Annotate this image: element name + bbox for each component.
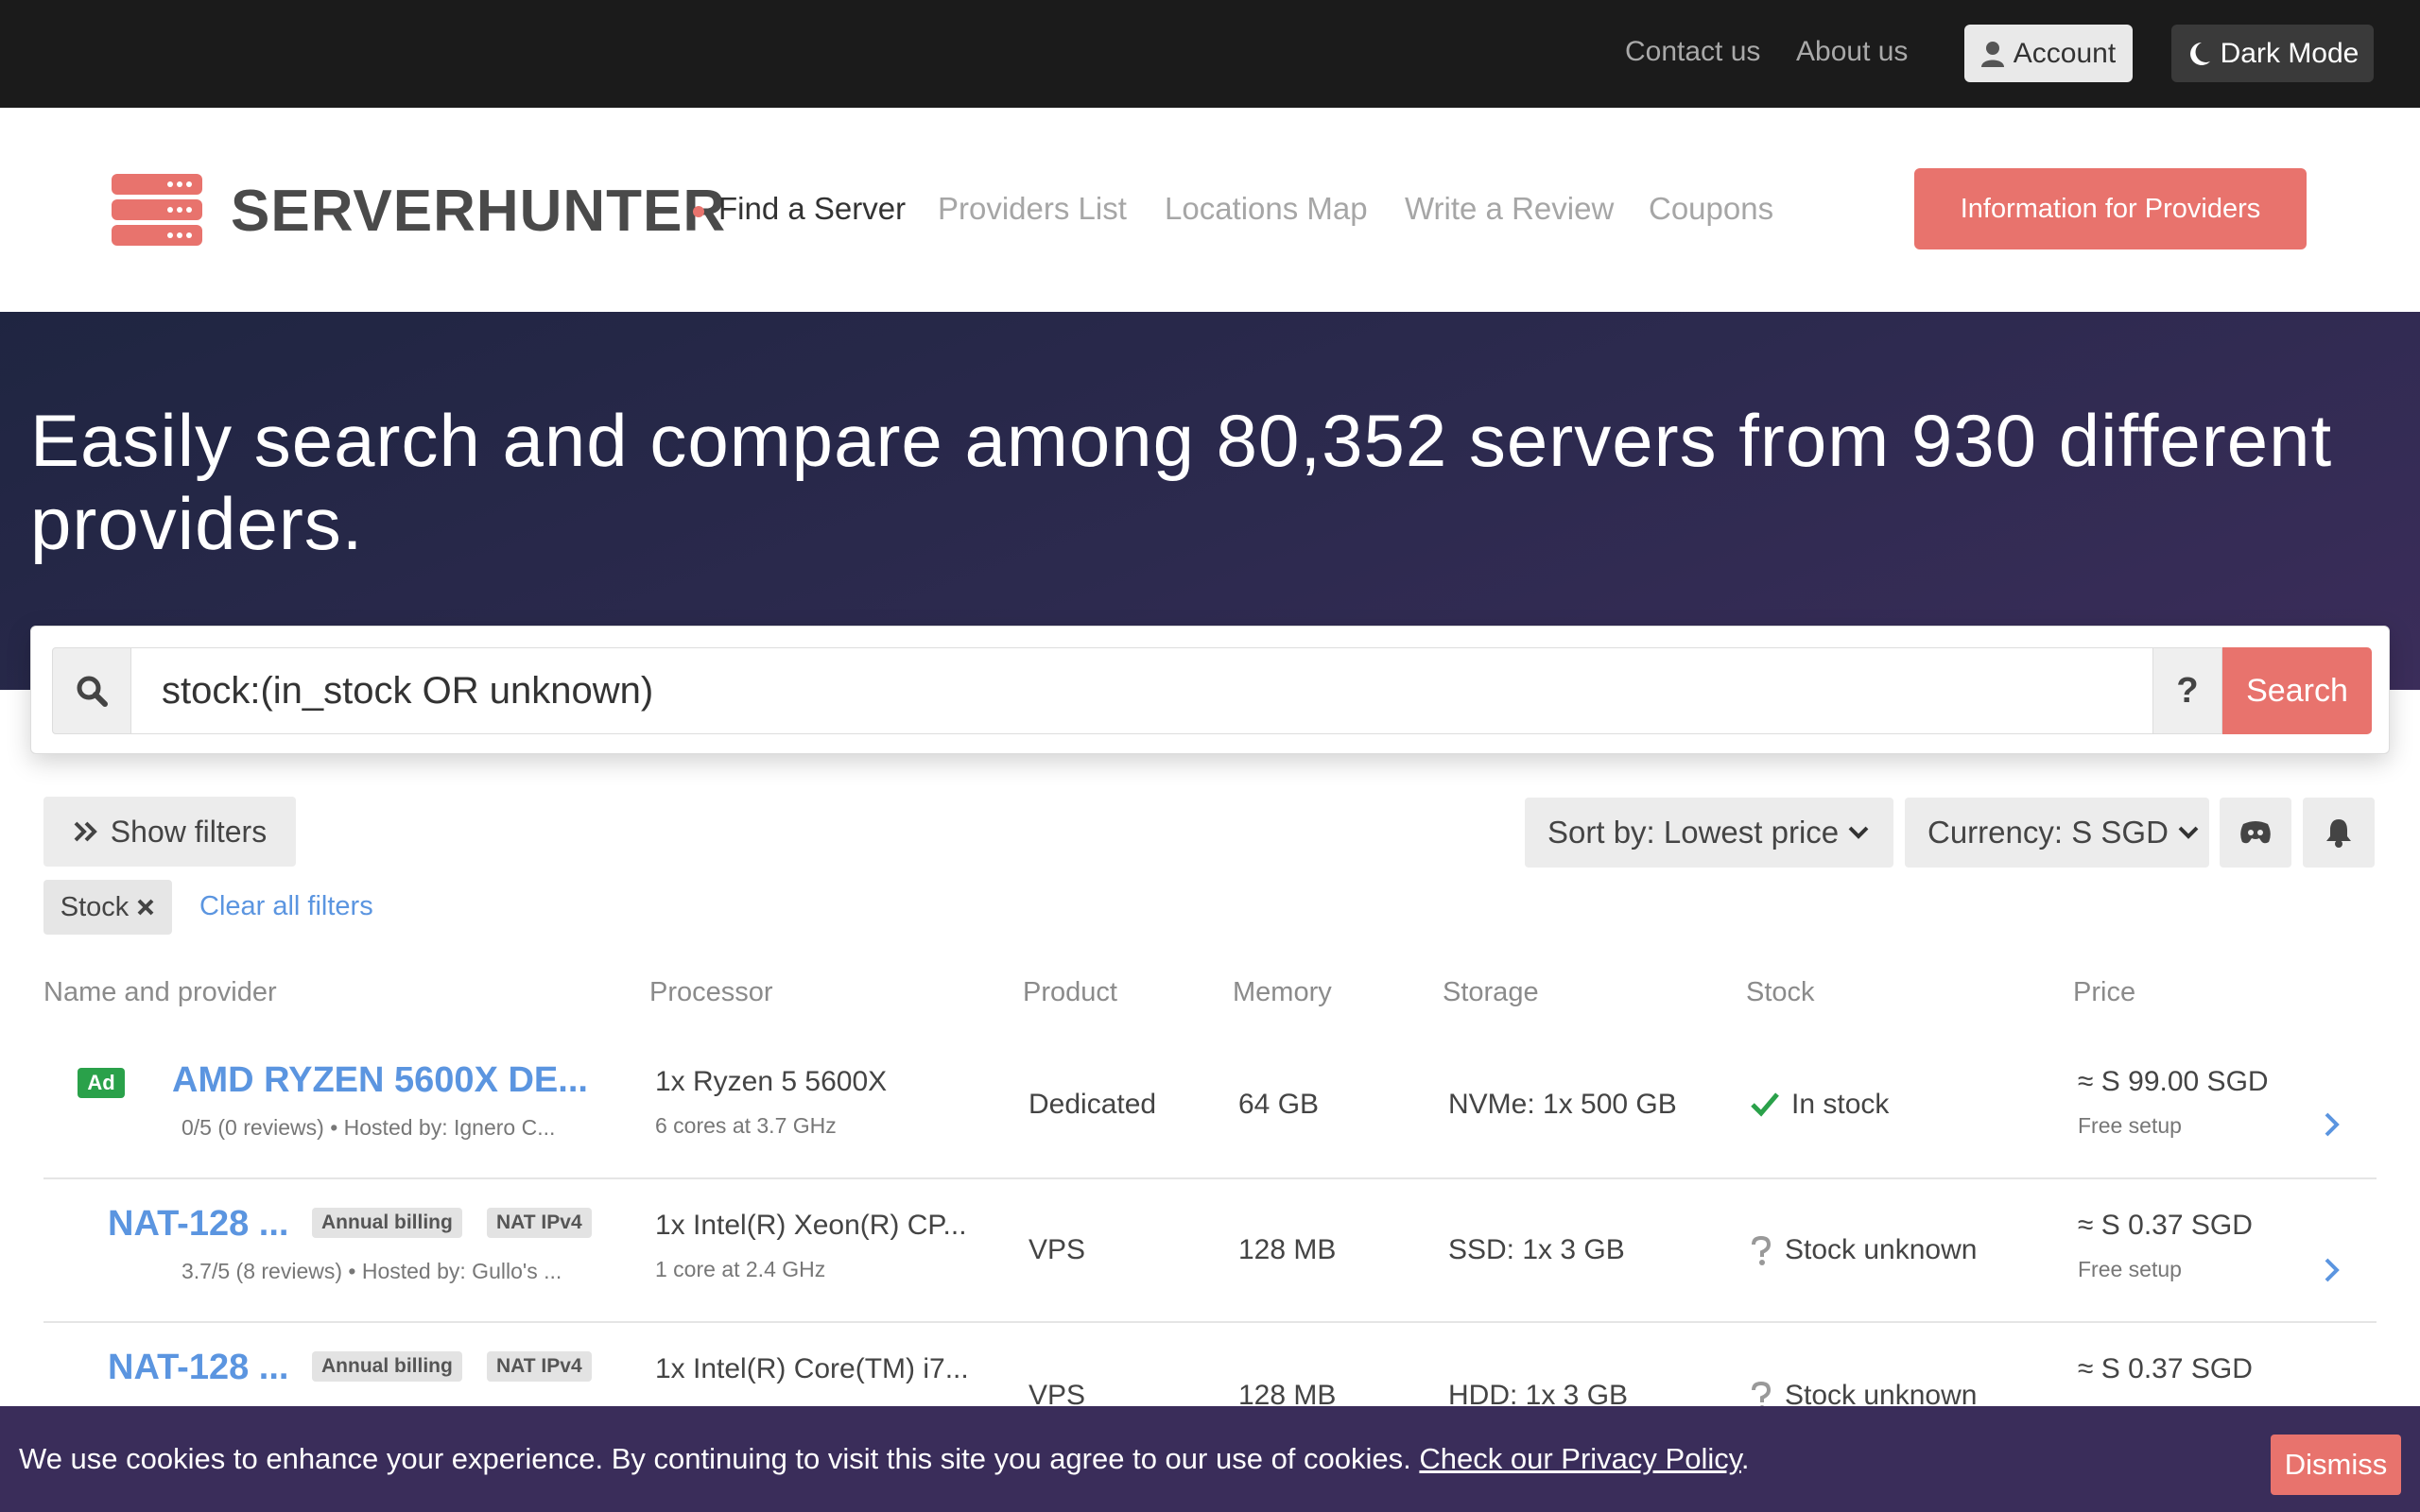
server-name-link[interactable]: NAT-128 ...	[108, 1204, 288, 1245]
account-button[interactable]: Account	[1964, 25, 2133, 82]
search-button[interactable]: Search	[2222, 647, 2372, 734]
show-filters-button[interactable]: Show filters	[43, 797, 296, 867]
stock-status: In stock	[1791, 1089, 1890, 1120]
memory: 64 GB	[1238, 1089, 1320, 1120]
stock-filter-chip[interactable]: Stock	[43, 880, 172, 935]
account-label: Account	[2013, 37, 2117, 69]
search-box: ? Search	[30, 626, 2390, 754]
currency-select[interactable]: Currency: S SGD	[1905, 798, 2209, 868]
info-for-providers-button[interactable]: Information for Providers	[1914, 168, 2307, 249]
tag-badge: NAT IPv4	[487, 1208, 592, 1238]
price: ≈ S 99.00 SGD	[2078, 1066, 2269, 1097]
column-header-name[interactable]: Name and provider	[43, 977, 277, 1008]
clear-all-filters-link[interactable]: Clear all filters	[199, 891, 373, 922]
stock-status: Stock unknown	[1785, 1234, 1978, 1265]
memory: 128 MB	[1238, 1234, 1337, 1265]
sort-select-value: Sort by: Lowest price	[1547, 815, 1840, 850]
setup-fee: Free setup	[2078, 1113, 2182, 1138]
chevron-right-icon[interactable]	[2324, 1111, 2341, 1138]
column-header-price[interactable]: Price	[2073, 977, 2135, 1008]
server-logo-icon[interactable]	[112, 174, 202, 246]
discord-icon	[2240, 821, 2271, 844]
nav-providers-list[interactable]: Providers List	[938, 191, 1127, 227]
search-input[interactable]	[131, 647, 2185, 734]
tag-badge: Annual billing	[312, 1208, 462, 1238]
price: ≈ S 0.37 SGD	[2078, 1353, 2253, 1384]
processor-detail: 1 core at 2.4 GHz	[655, 1257, 826, 1281]
search-icon-addon	[52, 647, 131, 734]
hero-title: Easily search and compare among 80,352 s…	[30, 399, 2333, 565]
storage: NVMe: 1x 500 GB	[1448, 1089, 1677, 1120]
dismiss-cookie-button[interactable]: Dismiss	[2271, 1435, 2401, 1495]
currency-select-value: Currency: S SGD	[1927, 815, 2169, 850]
user-icon	[1980, 41, 2004, 67]
nav-find-server[interactable]: Find a Server	[718, 191, 906, 227]
show-filters-label: Show filters	[110, 814, 268, 849]
privacy-policy-link[interactable]: Check our Privacy Policy	[1419, 1442, 1741, 1475]
tag-badge: Annual billing	[312, 1351, 462, 1382]
about-link[interactable]: About us	[1796, 36, 1908, 68]
product-type: Dedicated	[1028, 1089, 1157, 1120]
stock-filter-label: Stock	[60, 891, 130, 922]
ad-badge: Ad	[78, 1068, 125, 1098]
cookie-period: .	[1740, 1442, 1750, 1475]
chevron-right-icon[interactable]	[2324, 1257, 2341, 1283]
moon-icon	[2189, 42, 2210, 65]
question-icon	[1752, 1236, 1772, 1265]
brand-name[interactable]: SERVERHUNTER	[231, 178, 726, 245]
cookie-text: We use cookies to enhance your experienc…	[19, 1442, 1411, 1475]
close-icon[interactable]	[136, 898, 155, 917]
active-nav-indicator	[693, 206, 704, 217]
processor: 1x Ryzen 5 5600X	[655, 1066, 888, 1097]
nav-write-review[interactable]: Write a Review	[1405, 191, 1614, 227]
price: ≈ S 0.37 SGD	[2078, 1210, 2253, 1241]
nav-locations-map[interactable]: Locations Map	[1165, 191, 1368, 227]
notifications-button[interactable]	[2303, 798, 2375, 868]
tag-badge: NAT IPv4	[487, 1351, 592, 1382]
server-name-link[interactable]: AMD RYZEN 5600X DE...	[172, 1060, 588, 1101]
chevron-down-icon	[1848, 826, 1869, 839]
contact-link[interactable]: Contact us	[1625, 36, 1760, 68]
storage: SSD: 1x 3 GB	[1448, 1234, 1625, 1265]
search-icon	[77, 676, 108, 707]
site-header: SERVERHUNTER Find a Server Providers Lis…	[0, 108, 2420, 312]
sort-select[interactable]: Sort by: Lowest price	[1525, 798, 1893, 868]
chevron-down-icon	[2178, 826, 2199, 839]
product-type: VPS	[1028, 1234, 1086, 1265]
table-row[interactable]: NAT-128 ... Annual billing NAT IPv4 3.7/…	[43, 1179, 2377, 1323]
column-header-storage[interactable]: Storage	[1443, 977, 1539, 1008]
provider-meta: 3.7/5 (8 reviews) • Hosted by: Gullo's .…	[182, 1259, 562, 1283]
column-header-processor[interactable]: Processor	[649, 977, 773, 1008]
column-header-memory[interactable]: Memory	[1233, 977, 1332, 1008]
chevrons-right-icon	[74, 821, 97, 842]
provider-meta: 0/5 (0 reviews) • Hosted by: Ignero C...	[182, 1115, 556, 1140]
table-row[interactable]: Ad AMD RYZEN 5600X DE... 0/5 (0 reviews)…	[43, 1032, 2377, 1179]
server-name-link[interactable]: NAT-128 ...	[108, 1348, 288, 1388]
column-header-product[interactable]: Product	[1023, 977, 1117, 1008]
processor-detail: 6 cores at 3.7 GHz	[655, 1113, 837, 1138]
check-icon	[1751, 1092, 1779, 1117]
dark-mode-button[interactable]: Dark Mode	[2171, 25, 2374, 82]
setup-fee: Free setup	[2078, 1257, 2182, 1281]
search-help-button[interactable]: ?	[2152, 647, 2222, 734]
nav-coupons[interactable]: Coupons	[1649, 191, 1773, 227]
dark-mode-label: Dark Mode	[2220, 37, 2360, 69]
processor: 1x Intel(R) Xeon(R) CP...	[655, 1210, 967, 1241]
cookie-message: We use cookies to enhance your experienc…	[19, 1442, 1750, 1476]
column-header-stock[interactable]: Stock	[1746, 977, 1815, 1008]
bell-icon	[2326, 819, 2351, 848]
processor: 1x Intel(R) Core(TM) i7...	[655, 1353, 969, 1384]
cookie-banner: We use cookies to enhance your experienc…	[0, 1406, 2420, 1512]
discord-button[interactable]	[2220, 798, 2291, 868]
top-bar: Contact us About us Account Dark Mode	[0, 0, 2420, 108]
